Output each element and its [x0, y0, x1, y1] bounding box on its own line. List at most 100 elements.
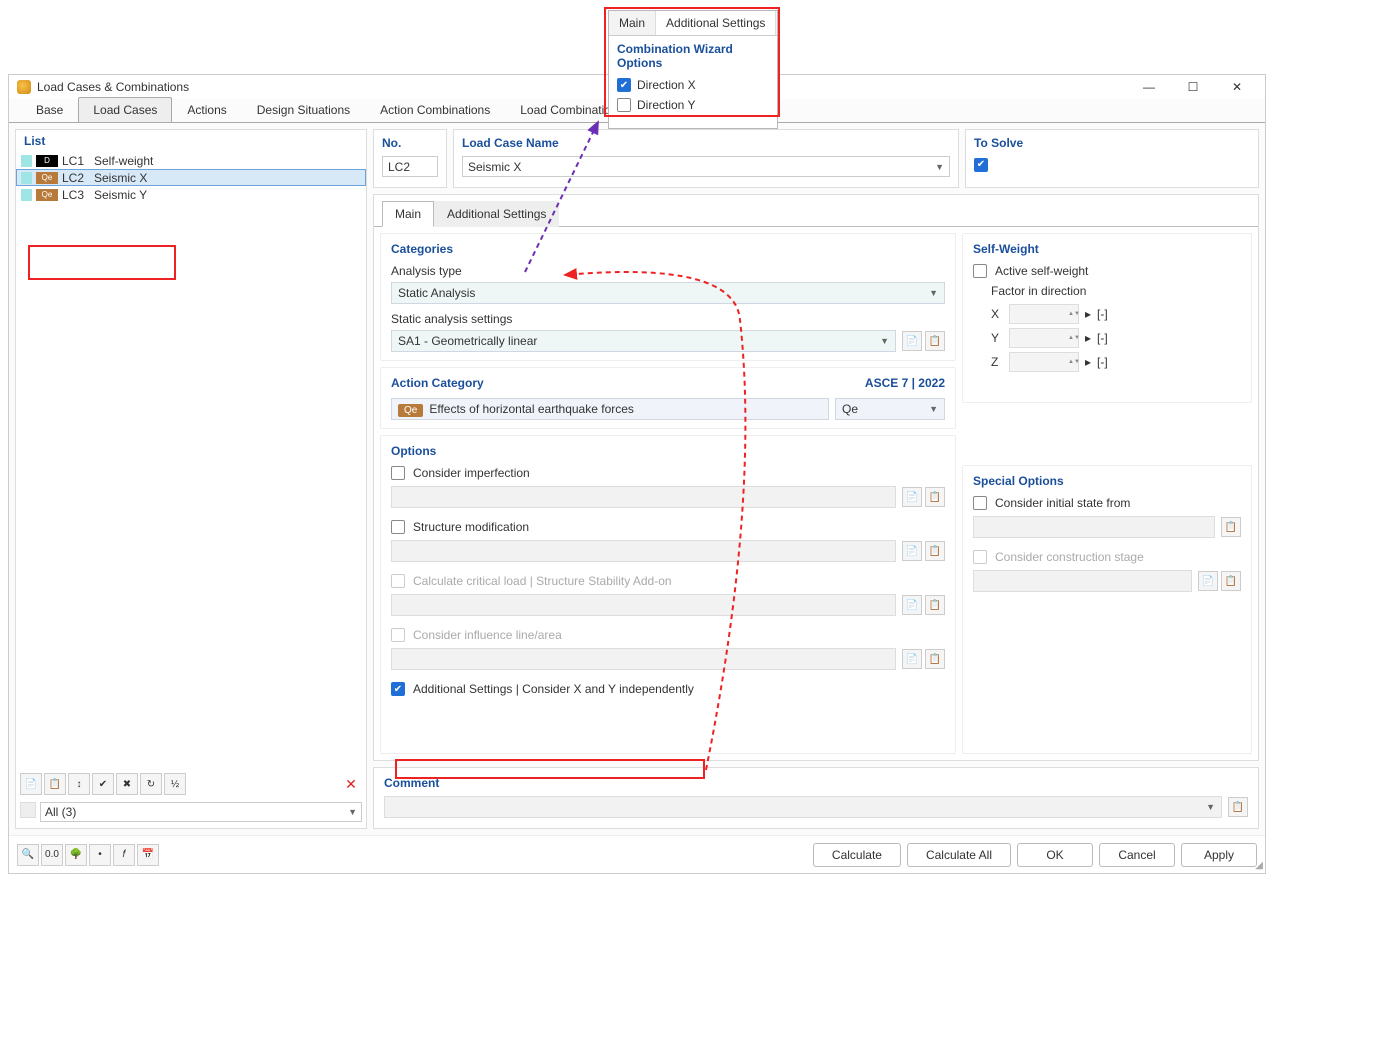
comment-input[interactable]: ▼ [384, 796, 1222, 818]
color-swatch [21, 189, 32, 201]
calculate-all-button[interactable]: Calculate All [907, 843, 1011, 867]
edit-icon[interactable]: 📋 [925, 487, 945, 507]
tab-load-cases[interactable]: Load Cases [78, 97, 172, 122]
name-label: Load Case Name [462, 136, 950, 150]
lc-code: LC3 [62, 188, 90, 202]
code-reference: ASCE 7 | 2022 [865, 376, 945, 390]
calendar-icon[interactable]: 📅 [137, 844, 159, 866]
name-input[interactable]: Seismic X ▼ [462, 156, 950, 177]
chevron-down-icon: ▼ [929, 288, 938, 298]
list-item[interactable]: Qe LC2 Seismic X [16, 169, 366, 186]
refresh-icon[interactable]: ↻ [140, 773, 162, 795]
action-category-select[interactable]: QeEffects of horizontal earthquake force… [391, 398, 829, 420]
to-solve-checkbox[interactable]: ✔ [974, 158, 988, 172]
no-input[interactable]: LC2 [382, 156, 438, 177]
lc-code: LC1 [62, 154, 90, 168]
window-title: Load Cases & Combinations [37, 80, 189, 94]
tab-base[interactable]: Base [21, 97, 78, 122]
edit-icon: 📋 [925, 595, 945, 615]
comment-group: Comment ▼ 📋 [373, 767, 1259, 829]
list-item[interactable]: Qe LC3 Seismic Y [16, 186, 366, 203]
analysis-type-select[interactable]: Static Analysis ▼ [391, 282, 945, 304]
new-settings-icon[interactable]: 📄 [902, 331, 922, 351]
direction-y-checkbox[interactable] [617, 98, 631, 112]
detail-tab-main[interactable]: Main [382, 201, 434, 227]
popup-tab-additional[interactable]: Additional Settings [656, 11, 776, 35]
comment-edit-icon[interactable]: 📋 [1228, 797, 1248, 817]
tab-action-combinations[interactable]: Action Combinations [365, 97, 505, 122]
new-icon[interactable]: 📄 [902, 541, 922, 561]
help-icon[interactable]: 🔍 [17, 844, 39, 866]
static-settings-label: Static analysis settings [391, 312, 945, 326]
special-options-group: Special Options Consider initial state f… [962, 465, 1252, 754]
sort-icon[interactable]: ↕ [68, 773, 90, 795]
units-icon[interactable]: 0.0 [41, 844, 63, 866]
main-window: Load Cases & Combinations — ☐ ✕ Base Loa… [8, 74, 1266, 874]
factor-z-input[interactable]: ▲▼ [1009, 352, 1079, 372]
active-self-weight-checkbox[interactable] [973, 264, 987, 278]
additional-xy-checkbox[interactable]: ✔ [391, 682, 405, 696]
minimize-button[interactable]: — [1129, 77, 1169, 97]
tag-badge: Qe [36, 189, 58, 201]
direction-x-checkbox[interactable]: ✔ [617, 78, 631, 92]
chevron-down-icon: ▼ [929, 404, 938, 414]
list-toolbar: 📄 📋 ↕ ✔ ✖ ↻ ½ ✕ [16, 769, 366, 799]
influence-checkbox [391, 628, 405, 642]
edit-settings-icon[interactable]: 📋 [925, 331, 945, 351]
uncheck-all-icon[interactable]: ✖ [116, 773, 138, 795]
popup-section-title: Combination Wizard Options [617, 42, 769, 70]
close-button[interactable]: ✕ [1217, 77, 1257, 97]
renumber-icon[interactable]: ½ [164, 773, 186, 795]
categories-group: Categories Analysis type Static Analysis… [380, 233, 956, 361]
check-all-icon[interactable]: ✔ [92, 773, 114, 795]
chevron-down-icon: ▼ [880, 336, 889, 346]
new-icon[interactable]: 📄 [902, 487, 922, 507]
new-icon[interactable]: 📄 [20, 773, 42, 795]
edit-icon[interactable]: 📋 [925, 541, 945, 561]
critical-checkbox [391, 574, 405, 588]
initial-state-checkbox[interactable] [973, 496, 987, 510]
lc-name: Seismic Y [94, 188, 147, 202]
ok-button[interactable]: OK [1017, 843, 1093, 867]
imperfection-checkbox[interactable] [391, 466, 405, 480]
tag-badge: Qe [36, 172, 58, 184]
action-short-select[interactable]: Qe ▼ [835, 398, 945, 420]
tab-actions[interactable]: Actions [172, 97, 241, 122]
chevron-down-icon: ▼ [1206, 802, 1215, 812]
tree-icon[interactable]: 🌳 [65, 844, 87, 866]
static-settings-select[interactable]: SA1 - Geometrically linear ▼ [391, 330, 896, 352]
edit-icon[interactable]: 📋 [1221, 517, 1241, 537]
new-icon: 📄 [902, 595, 922, 615]
color-swatch [21, 172, 32, 184]
delete-icon[interactable]: ✕ [340, 773, 362, 795]
maximize-button[interactable]: ☐ [1173, 77, 1213, 97]
stage-input [973, 570, 1192, 592]
color-swatch [21, 155, 32, 167]
detail-tab-additional[interactable]: Additional Settings [434, 201, 559, 227]
self-weight-group: Self-Weight Active self-weight Factor in… [962, 233, 1252, 403]
calculate-button[interactable]: Calculate [813, 843, 901, 867]
new-icon: 📄 [1198, 571, 1218, 591]
resize-grip[interactable]: ◢ [1255, 860, 1263, 871]
lc-code: LC2 [62, 171, 90, 185]
no-label: No. [382, 136, 438, 150]
construction-stage-checkbox [973, 550, 987, 564]
list-item[interactable]: D LC1 Self-weight [16, 152, 366, 169]
new-icon: 📄 [902, 649, 922, 669]
structure-input [391, 540, 896, 562]
structure-checkbox[interactable] [391, 520, 405, 534]
tab-design-situations[interactable]: Design Situations [242, 97, 365, 122]
factor-x-input[interactable]: ▲▼ [1009, 304, 1079, 324]
popup-tab-main[interactable]: Main [609, 11, 656, 35]
dot-icon[interactable]: • [89, 844, 111, 866]
solve-label: To Solve [974, 136, 1250, 150]
edit-icon: 📋 [1221, 571, 1241, 591]
factor-y-input[interactable]: ▲▼ [1009, 328, 1079, 348]
chevron-down-icon: ▼ [935, 162, 944, 172]
critical-input [391, 594, 896, 616]
cancel-button[interactable]: Cancel [1099, 843, 1175, 867]
copy-icon[interactable]: 📋 [44, 773, 66, 795]
filter-select[interactable]: All (3) ▼ [40, 802, 362, 822]
apply-button[interactable]: Apply [1181, 843, 1257, 867]
fx-icon[interactable]: 𝑓 [113, 844, 135, 866]
